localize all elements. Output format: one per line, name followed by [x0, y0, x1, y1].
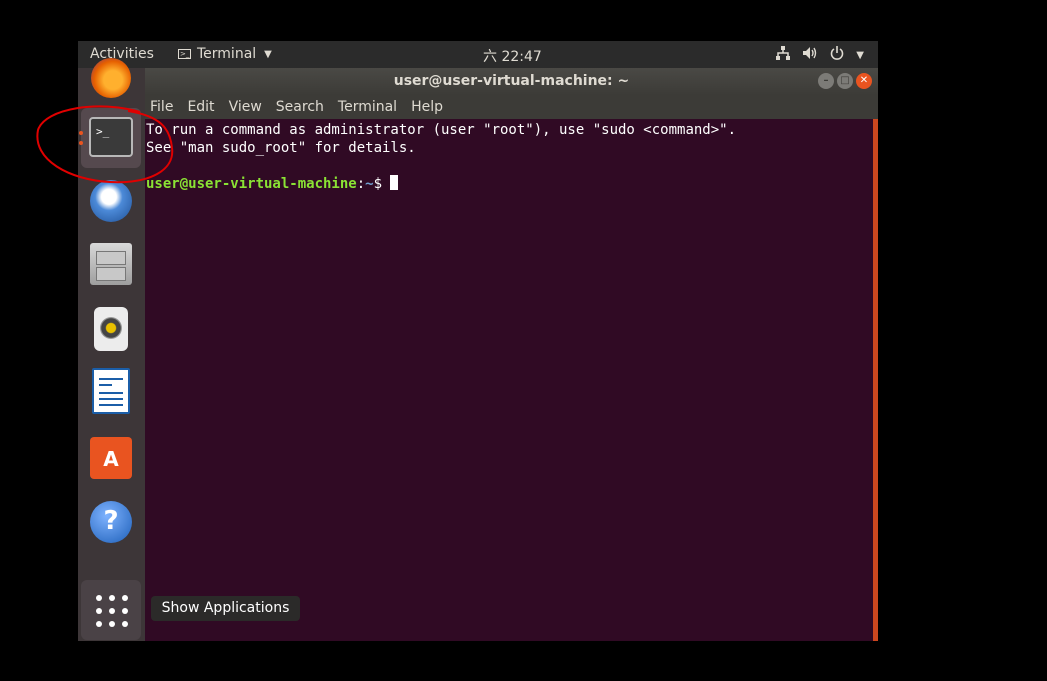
app-menu-label: Terminal [197, 46, 257, 62]
menu-search[interactable]: Search [276, 99, 324, 115]
prompt-sep: : [356, 176, 366, 192]
menu-edit[interactable]: Edit [187, 99, 214, 115]
terminal-line: To run a command as administrator (user … [146, 122, 737, 138]
menu-help[interactable]: Help [411, 99, 443, 115]
terminal-line: See "man sudo_root" for details. [146, 140, 416, 156]
terminal-mini-icon: >_ [178, 49, 191, 59]
libreoffice-writer-icon[interactable] [92, 368, 130, 414]
clock[interactable]: 六 22:47 [483, 46, 542, 66]
prompt-user: user@user-virtual-machine [146, 176, 357, 192]
power-icon[interactable] [830, 46, 844, 64]
volume-icon[interactable] [802, 46, 818, 64]
close-button[interactable]: ✕ [856, 73, 872, 89]
show-applications-button[interactable] [81, 580, 141, 640]
text-cursor [390, 175, 399, 190]
terminal-icon[interactable]: >_ [89, 117, 133, 157]
app-menu[interactable]: >_ Terminal ▼ [178, 46, 272, 62]
thunderbird-icon[interactable] [90, 180, 132, 222]
files-icon[interactable] [90, 243, 132, 285]
desktop-screen: Activities >_ Terminal ▼ 六 22:47 ▼ >_ A … [78, 41, 878, 641]
maximize-button[interactable]: □ [837, 73, 853, 89]
terminal-output[interactable]: To run a command as administrator (user … [145, 119, 873, 641]
menu-file[interactable]: File [150, 99, 173, 115]
show-applications-tooltip: Show Applications [151, 596, 300, 621]
rhythmbox-icon[interactable] [94, 307, 128, 351]
network-icon[interactable] [776, 46, 791, 64]
ubuntu-software-icon[interactable]: A [90, 437, 132, 479]
activities-button[interactable]: Activities [90, 46, 154, 62]
terminal-prompt-line: user@user-virtual-machine:~$ [146, 175, 873, 193]
top-panel: Activities >_ Terminal ▼ 六 22:47 ▼ [78, 41, 878, 68]
window-title: user@user-virtual-machine: ~ [393, 73, 630, 89]
minimize-button[interactable]: – [818, 73, 834, 89]
window-titlebar[interactable]: user@user-virtual-machine: ~ – □ ✕ [145, 68, 878, 95]
menu-bar: File Edit View Search Terminal Help [145, 95, 878, 119]
prompt-path: ~ [365, 176, 374, 192]
app-grid-icon [96, 595, 128, 627]
system-tray[interactable]: ▼ [776, 46, 864, 64]
firefox-icon[interactable] [91, 58, 131, 98]
running-indicator [79, 131, 83, 135]
dock: >_ A ? [78, 58, 145, 641]
running-indicator [79, 141, 83, 145]
chevron-down-icon: ▼ [264, 48, 272, 60]
chevron-down-icon[interactable]: ▼ [856, 50, 864, 61]
prompt-symbol: $ [373, 176, 383, 192]
scrollbar[interactable] [873, 119, 878, 641]
help-icon[interactable]: ? [90, 501, 132, 543]
menu-terminal[interactable]: Terminal [338, 99, 397, 115]
menu-view[interactable]: View [229, 99, 262, 115]
terminal-window: user@user-virtual-machine: ~ – □ ✕ File … [145, 68, 878, 641]
